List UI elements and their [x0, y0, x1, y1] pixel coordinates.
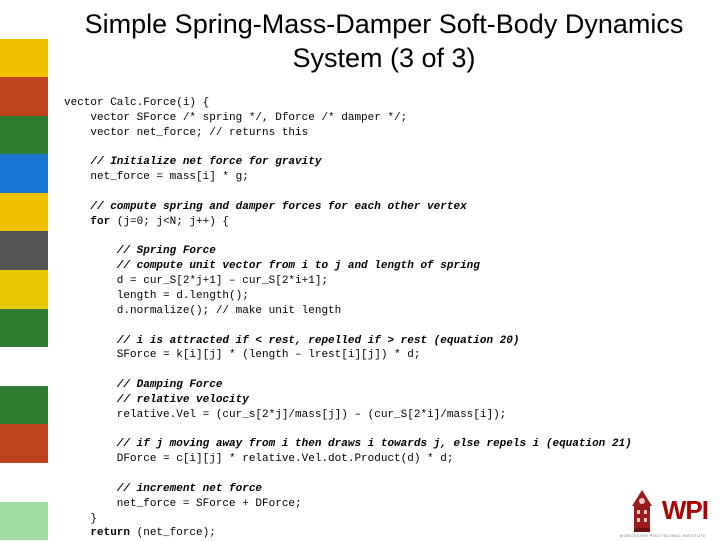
code-comment: // compute unit vector from i to j and l… [64, 260, 480, 272]
code-block: vector Calc.Force(i) { vector SForce /* … [64, 96, 704, 541]
sidebar-seg [0, 270, 48, 309]
sidebar-seg [0, 193, 48, 232]
code-comment: // Initialize net force for gravity [64, 156, 321, 168]
tower-icon [628, 488, 656, 532]
code-line: vector net_force; // returns this [64, 127, 308, 139]
code-line: vector Calc.Force(i) { [64, 97, 209, 109]
wpi-logo: WPI [628, 488, 708, 532]
code-line: DForce = c[i][j] * relative.Vel.dot.Prod… [64, 453, 453, 465]
code-line: for (j=0; j<N; j++) { [64, 216, 229, 228]
code-line: vector SForce /* spring */, Dforce /* da… [64, 112, 407, 124]
sidebar-seg [0, 424, 48, 463]
sidebar-seg [0, 116, 48, 155]
code-comment: // compute spring and damper forces for … [64, 201, 467, 213]
sidebar-seg [0, 463, 48, 502]
sidebar-seg [0, 154, 48, 193]
code-line: SForce = k[i][j] * (length – lrest[i][j]… [64, 349, 420, 361]
code-line: relative.Vel = (cur_s[2*j]/mass[j]) – (c… [64, 409, 506, 421]
sidebar-seg [0, 39, 48, 78]
slide-title: Simple Spring-Mass-Damper Soft-Body Dyna… [48, 8, 720, 76]
code-comment: // Damping Force [64, 379, 222, 391]
sidebar-seg [0, 309, 48, 348]
sidebar-seg [0, 502, 48, 541]
code-comment: // i is attracted if < rest, repelled if… [64, 335, 519, 347]
sidebar-seg [0, 0, 48, 39]
decorative-sidebar [0, 0, 48, 540]
code-line: return (net_force); [64, 527, 216, 539]
code-line: net_force = SForce + DForce; [64, 498, 302, 510]
code-line: d = cur_S[2*j+1] – cur_S[2*i+1]; [64, 275, 328, 287]
logo-subtext: WORCESTER POLYTECHNIC INSTITUTE [620, 533, 706, 538]
sidebar-seg [0, 386, 48, 425]
code-comment: // relative velocity [64, 394, 249, 406]
sidebar-seg [0, 347, 48, 386]
code-comment: // if j moving away from i then draws i … [64, 438, 632, 450]
code-line: d.normalize(); // make unit length [64, 305, 341, 317]
sidebar-seg [0, 231, 48, 270]
code-line: net_force = mass[i] * g; [64, 171, 249, 183]
code-comment: // increment net force [64, 483, 262, 495]
sidebar-seg [0, 77, 48, 116]
code-line: } [64, 513, 97, 525]
logo-text: WPI [662, 495, 708, 526]
code-comment: // Spring Force [64, 245, 216, 257]
code-line: length = d.length(); [64, 290, 249, 302]
